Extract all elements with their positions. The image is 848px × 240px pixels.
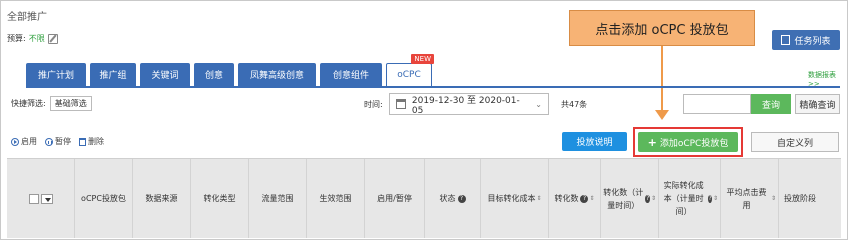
play-icon [11,137,19,146]
total-count: 共47条 [561,100,588,109]
calendar-icon [396,99,406,109]
delete-label: 删除 [88,137,104,146]
time-label: 时间: [364,100,383,109]
chevron-down-icon: ⌄ [535,99,542,109]
new-badge: NEW [411,54,434,64]
column-header: 启用/暂停 [365,159,425,238]
date-range-value: 2019-12-30 至 2020-01-05 [411,95,520,116]
help-icon[interactable]: ? [708,194,712,203]
sort-icon: ⇕ [589,195,595,202]
enable-label: 启用 [21,137,37,146]
column-header: 投放阶段 [784,194,816,203]
edit-icon[interactable] [47,33,58,44]
date-range-picker[interactable]: 2019-12-30 至 2020-01-05 ⌄ [389,93,549,116]
tab-creative[interactable]: 创意 [194,63,234,86]
add-ocpc-package-button[interactable]: + 添加oCPC投放包 [638,132,738,152]
help-icon[interactable]: ? [457,194,466,203]
column-label: 平均点击费用 [726,187,767,210]
budget-value: 不限 [28,34,45,43]
column-label: 实际转化成本（计量时间） [663,181,704,216]
basic-filter-button[interactable]: 基础筛选 [49,96,92,111]
enable-action[interactable]: 启用 [11,136,37,147]
add-ocpc-package-label: 添加oCPC投放包 [659,138,729,149]
annotation-callout: 点击添加 oCPC 投放包 [569,10,755,46]
delete-action[interactable]: 删除 [79,136,104,147]
trash-icon [79,137,86,146]
column-header: 数据来源 [133,159,191,238]
table-header: oCPC投放包 数据来源 转化类型 流量范围 生效范围 启用/暂停 状态? 目标… [7,158,841,238]
app-frame: 全部推广 预算: 不限 点击添加 oCPC 投放包 任务列表 推广计划 推广组 … [0,0,848,240]
precise-query-button[interactable]: 精确查询 [795,94,840,114]
pause-icon [45,137,53,146]
column-header: 转化类型 [191,159,249,238]
column-header: oCPC投放包 [75,159,133,238]
tab-ad-group[interactable]: 推广组 [90,63,136,86]
query-button[interactable]: 查询 [751,94,791,114]
column-label: 转化数 [554,194,579,203]
data-report-link[interactable]: 数据报表>> [808,70,847,88]
page-title: 全部推广 [7,12,47,23]
column-label: 状态 [439,194,456,203]
help-icon[interactable]: ? [645,194,650,203]
column-header-actual-cost[interactable]: 实际转化成本（计量时间）? ⇕ [659,159,721,238]
tab-ocpc-wrap: oCPC NEW [386,54,434,86]
pause-action[interactable]: 暂停 [45,136,71,147]
column-header: 生效范围 [307,159,365,238]
help-icon[interactable]: ? [580,194,589,203]
column-label: 转化数（计量时间） [603,187,644,210]
sort-icon: ⇕ [770,195,776,202]
column-label: 目标转化成本 [487,194,536,203]
select-dropdown-icon[interactable] [40,193,53,204]
plus-icon: + [647,135,657,149]
column-header: 流量范围 [249,159,307,238]
column-header-target-cost[interactable]: 目标转化成本 ⇕ [481,159,549,238]
custom-columns-button[interactable]: 自定义列 [751,132,839,152]
column-header-conversions[interactable]: 转化数? ⇕ [549,159,601,238]
sort-icon: ⇕ [536,195,542,202]
column-header-status: 状态? [425,159,481,238]
column-header-conversions-period[interactable]: 转化数（计量时间）? ⇕ [601,159,659,238]
search-input[interactable] [683,94,751,114]
pause-label: 暂停 [55,137,71,146]
tab-bar: 推广计划 推广组 关键词 创意 凤舞高级创意 创意组件 oCPC NEW [26,54,434,86]
annotation-arrow-head [655,110,669,120]
explain-button[interactable]: 投放说明 [562,132,627,151]
tab-fengwu-creative[interactable]: 凤舞高级创意 [238,63,316,86]
quick-filter-label: 快捷筛选: [11,99,46,108]
column-header-avg-cpc[interactable]: 平均点击费用 ⇕ [721,159,779,238]
tab-campaign[interactable]: 推广计划 [26,63,86,86]
annotation-arrow-line [661,46,663,114]
budget-row: 预算: 不限 [7,33,58,44]
tab-underline [26,86,840,88]
sort-icon: ⇕ [712,195,718,202]
budget-label: 预算: [7,34,26,43]
select-all-checkbox[interactable] [28,193,39,204]
select-all-cell [7,159,75,238]
tab-creative-component[interactable]: 创意组件 [320,63,382,86]
quick-filter: 快捷筛选: 基础筛选 [11,96,92,111]
tab-keywords[interactable]: 关键词 [140,63,190,86]
bulk-actions: 启用 暂停 删除 [11,136,104,147]
task-list-label: 任务列表 [794,36,831,47]
tab-ocpc[interactable]: oCPC [386,63,432,86]
sort-icon: ⇕ [650,195,656,202]
document-icon [781,35,791,45]
task-list-button[interactable]: 任务列表 [772,30,840,50]
